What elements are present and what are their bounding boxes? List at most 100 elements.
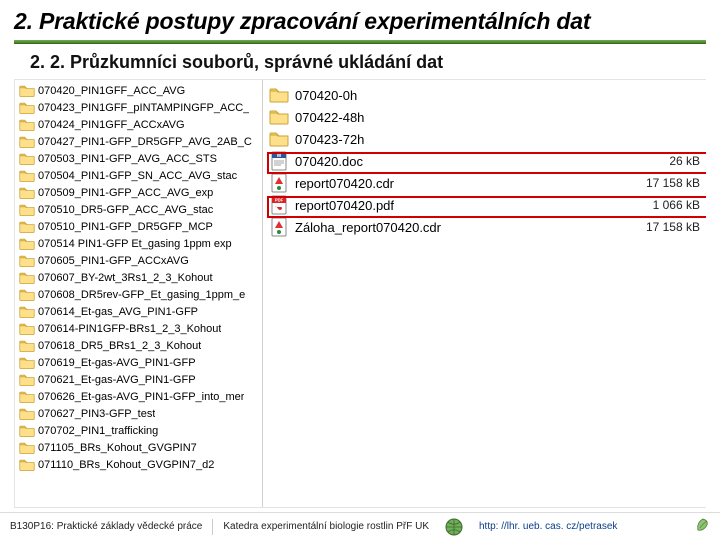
folder-tree-label: 070509_PIN1-GFP_ACC_AVG_exp	[38, 187, 213, 199]
folder-icon	[19, 424, 35, 438]
folder-tree-label: 070614_Et-gas_AVG_PIN1-GFP	[38, 306, 198, 318]
file-name: Záloha_report070420.cdr	[295, 220, 620, 235]
folder-icon	[19, 441, 35, 455]
folder-tree-item[interactable]: 071105_BRs_Kohout_GVGPIN7	[15, 439, 262, 456]
folder-icon	[19, 84, 35, 98]
folder-tree-label: 070607_BY-2wt_3Rs1_2_3_Kohout	[38, 272, 213, 284]
folder-tree-label: 070510_DR5-GFP_ACC_AVG_stac	[38, 204, 213, 216]
file-list-pane[interactable]: 070420-0h 070422-48h070423-72h W 070420.doc…	[263, 80, 706, 507]
pdf-icon: PDF	[269, 195, 289, 215]
corel-cdr-icon	[269, 173, 289, 193]
file-list-row[interactable]: Záloha_report070420.cdr17 158 kB	[269, 216, 700, 238]
folder-tree-label: 071105_BRs_Kohout_GVGPIN7	[38, 442, 197, 454]
folder-icon	[19, 254, 35, 268]
page-title: 2. Praktické postupy zpracování experime…	[14, 8, 706, 35]
folder-tree-label: 070621_Et-gas-AVG_PIN1-GFP	[38, 374, 196, 386]
folder-tree-item[interactable]: 070509_PIN1-GFP_ACC_AVG_exp	[15, 184, 262, 201]
folder-tree-item[interactable]: 070627_PIN3-GFP_test	[15, 405, 262, 422]
folder-icon	[19, 101, 35, 115]
folder-tree-label: 070702_PIN1_trafficking	[38, 425, 158, 437]
folder-tree-item[interactable]: 070607_BY-2wt_3Rs1_2_3_Kohout	[15, 269, 262, 286]
folder-icon	[19, 135, 35, 149]
folder-tree-label: 070608_DR5rev-GFP_Et_gasing_1ppm_e	[38, 289, 245, 301]
file-size: 26 kB	[620, 154, 700, 168]
folder-tree-item[interactable]: 070510_DR5-GFP_ACC_AVG_stac	[15, 201, 262, 218]
leaf-icon	[694, 518, 712, 536]
file-name: 070420.doc	[295, 154, 620, 169]
folder-icon	[19, 271, 35, 285]
folder-icon	[19, 322, 35, 336]
folder-tree-label: 070614-PIN1GFP-BRs1_2_3_Kohout	[38, 323, 221, 335]
folder-tree-label: 070510_PIN1-GFP_DR5GFP_MCP	[38, 221, 213, 233]
folder-tree-item[interactable]: 070514 PIN1-GFP Et_gasing 1ppm exp	[15, 235, 262, 252]
corel-cdr-icon	[269, 217, 289, 237]
folder-icon	[19, 407, 35, 421]
folder-tree-item[interactable]: 071110_BRs_Kohout_GVGPIN7_d2	[15, 456, 262, 473]
folder-tree-item[interactable]: 070504_PIN1-GFP_SN_ACC_AVG_stac	[15, 167, 262, 184]
folder-icon	[19, 237, 35, 251]
footer-link[interactable]: http: //lhr. ueb. cas. cz/petrasek	[469, 521, 627, 532]
file-name: report070420.pdf	[295, 198, 620, 213]
folder-icon	[19, 458, 35, 472]
globe-icon	[445, 518, 463, 536]
folder-tree-item[interactable]: 070619_Et-gas-AVG_PIN1-GFP	[15, 354, 262, 371]
folder-tree-label: 070503_PIN1-GFP_AVG_ACC_STS	[38, 153, 217, 165]
file-list-row[interactable]: report070420.cdr17 158 kB	[269, 172, 700, 194]
footer-mid: Katedra experimentální biologie rostlin …	[213, 521, 439, 532]
folder-tree-item[interactable]: 070503_PIN1-GFP_AVG_ACC_STS	[15, 150, 262, 167]
svg-text:W: W	[277, 153, 282, 159]
folder-icon	[269, 85, 289, 105]
folder-tree-label: 070420_PIN1GFF_ACC_AVG	[38, 85, 185, 97]
folder-icon	[19, 220, 35, 234]
file-size: 1 066 kB	[620, 198, 700, 212]
folder-icon	[19, 169, 35, 183]
folder-icon	[19, 373, 35, 387]
folder-tree-label: 071110_BRs_Kohout_GVGPIN7_d2	[38, 459, 214, 471]
file-list-row[interactable]: W 070420.doc26 kB	[269, 150, 700, 172]
folder-icon	[269, 129, 289, 149]
folder-tree-item[interactable]: 070608_DR5rev-GFP_Et_gasing_1ppm_e	[15, 286, 262, 303]
folder-tree-label: 070504_PIN1-GFP_SN_ACC_AVG_stac	[38, 170, 237, 182]
file-size: 17 158 kB	[620, 220, 700, 234]
folder-tree-item[interactable]: 070423_PIN1GFF_pINTAMPINGFP_ACC_	[15, 99, 262, 116]
folder-tree-item[interactable]: 070621_Et-gas-AVG_PIN1-GFP	[15, 371, 262, 388]
file-list-row[interactable]: 070422-48h	[269, 106, 700, 128]
folder-icon	[19, 152, 35, 166]
folder-tree-label: 070619_Et-gas-AVG_PIN1-GFP	[38, 357, 196, 369]
folder-tree-item[interactable]: 070427_PIN1-GFP_DR5GFP_AVG_2AB_C	[15, 133, 262, 150]
footer-left: B130P16: Praktické základy vědecké práce	[0, 521, 212, 532]
word-doc-icon: W	[269, 151, 289, 171]
explorer-panels: 070420_PIN1GFF_ACC_AVG 070423_PIN1GFF_pIN…	[14, 79, 706, 508]
subtitle: 2. 2. Průzkumníci souborů, správné uklád…	[0, 50, 720, 79]
file-name: 070420-0h	[295, 88, 620, 103]
folder-icon	[19, 356, 35, 370]
folder-tree-item[interactable]: 070702_PIN1_trafficking	[15, 422, 262, 439]
folder-tree-item[interactable]: 070614_Et-gas_AVG_PIN1-GFP	[15, 303, 262, 320]
folder-tree-label: 070427_PIN1-GFP_DR5GFP_AVG_2AB_C	[38, 136, 252, 148]
folder-icon	[19, 203, 35, 217]
folder-tree-label: 070626_Et-gas-AVG_PIN1-GFP_into_mer	[38, 391, 244, 403]
folder-icon	[19, 339, 35, 353]
folder-tree-label: 070627_PIN3-GFP_test	[38, 408, 155, 420]
folder-tree-item[interactable]: 070605_PIN1-GFP_ACCxAVG	[15, 252, 262, 269]
folder-icon	[19, 305, 35, 319]
folder-tree-item[interactable]: 070618_DR5_BRs1_2_3_Kohout	[15, 337, 262, 354]
folder-tree-label: 070514 PIN1-GFP Et_gasing 1ppm exp	[38, 238, 232, 250]
folder-tree-item[interactable]: 070420_PIN1GFF_ACC_AVG	[15, 82, 262, 99]
folder-tree-pane[interactable]: 070420_PIN1GFF_ACC_AVG 070423_PIN1GFF_pIN…	[15, 80, 263, 507]
folder-icon	[19, 186, 35, 200]
folder-tree-item[interactable]: 070614-PIN1GFP-BRs1_2_3_Kohout	[15, 320, 262, 337]
title-rule	[14, 40, 706, 44]
file-list-row[interactable]: 070420-0h	[269, 84, 700, 106]
folder-tree-label: 070618_DR5_BRs1_2_3_Kohout	[38, 340, 201, 352]
folder-tree-label: 070424_PIN1GFF_ACCxAVG	[38, 119, 185, 131]
file-list-row[interactable]: PDF report070420.pdf1 066 kB	[269, 194, 700, 216]
folder-tree-item[interactable]: 070424_PIN1GFF_ACCxAVG	[15, 116, 262, 133]
folder-tree-label: 070423_PIN1GFF_pINTAMPINGFP_ACC_	[38, 102, 249, 114]
file-size: 17 158 kB	[620, 176, 700, 190]
folder-tree-item[interactable]: 070626_Et-gas-AVG_PIN1-GFP_into_mer	[15, 388, 262, 405]
folder-tree-item[interactable]: 070510_PIN1-GFP_DR5GFP_MCP	[15, 218, 262, 235]
folder-icon	[19, 390, 35, 404]
file-list-row[interactable]: 070423-72h	[269, 128, 700, 150]
svg-text:PDF: PDF	[275, 198, 284, 203]
